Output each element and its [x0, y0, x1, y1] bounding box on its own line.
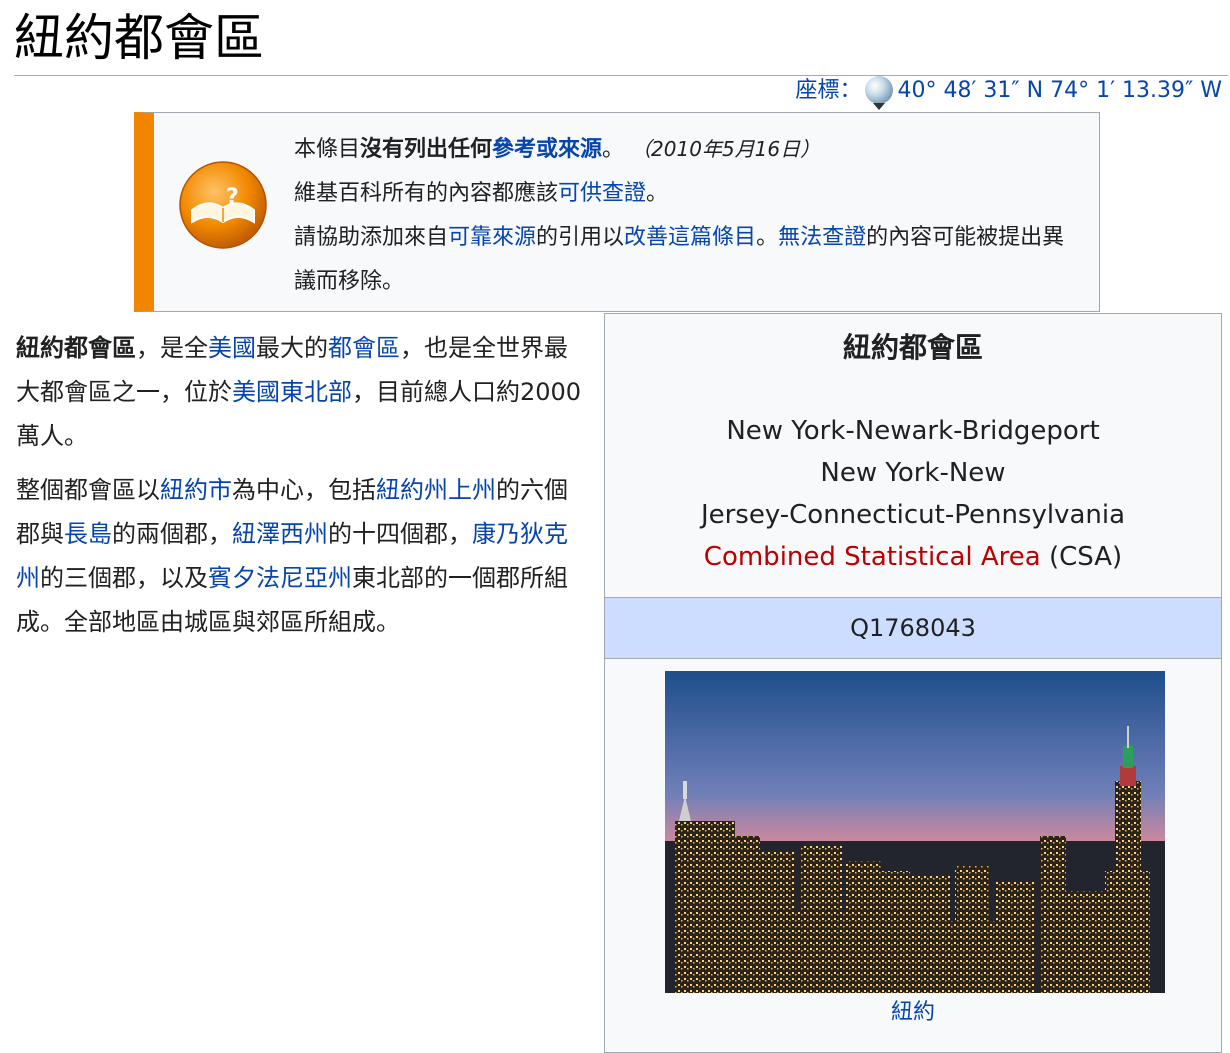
link-northeast-us[interactable]: 美國東北部 — [232, 378, 352, 406]
reference-link[interactable]: 參考或來源 — [492, 137, 602, 162]
infobox-subtitle: New York-Newark-Bridgeport New York-New … — [605, 384, 1221, 598]
skyline-image[interactable] — [665, 671, 1165, 993]
link-metro-area[interactable]: 都會區 — [328, 334, 400, 362]
link-upstate[interactable]: 上州 — [448, 476, 496, 504]
nyc-skyline-photo — [665, 671, 1165, 993]
infobox-subtitle-line: New York-Newark-Bridgeport — [726, 416, 1100, 446]
infobox-subtitle-line: New York-New — [820, 458, 1006, 488]
wikidata-id: Q1768043 — [605, 598, 1221, 659]
coordinates-label-link[interactable]: 座標 — [795, 78, 839, 103]
ambox-text: 請協助添加來自 — [294, 225, 449, 250]
caption-nyc-link[interactable]: 紐約 — [891, 1000, 935, 1025]
link-new-jersey[interactable]: 紐澤西州 — [232, 520, 328, 548]
unverifiable-link[interactable]: 無法查證 — [778, 225, 866, 250]
ambox-bold-text: 沒有列出任何 — [360, 137, 493, 162]
link-usa[interactable]: 美國 — [208, 334, 256, 362]
link-pennsylvania[interactable]: 賓夕法尼亞州 — [208, 564, 352, 592]
globe-icon[interactable] — [865, 76, 894, 110]
infobox-subtitle-line: Combined Statistical Area (CSA) — [703, 542, 1123, 572]
infobox-subtitle-line: Jersey-Connecticut-Pennsylvania — [700, 500, 1126, 530]
ambox-line-1: 本條目沒有列出任何參考或來源。 （2010年5月16日） — [294, 127, 1084, 172]
ambox-line-2: 維基百科所有的內容都應該可供查證。 — [294, 172, 1084, 216]
book-question-icon: ? — [179, 161, 267, 249]
lead-paragraph-1: 紐約都會區，是全美國最大的都會區，也是全世界最大都會區之一，位於美國東北部，目前… — [16, 334, 582, 450]
ambox-date: （2010年5月16日） — [631, 137, 821, 161]
image-caption: 紐約 — [605, 998, 1221, 1028]
unreferenced-notice: ? 本條目沒有列出任何參考或來源。 （2010年5月16日） 維基百科所有的內容… — [134, 112, 1100, 312]
ambox-text: 本條目 — [294, 137, 361, 162]
verifiability-link[interactable]: 可供查證 — [558, 181, 646, 206]
coordinates: 座標： 40° 48′ 31″ N 74° 1′ 13.39″ W — [795, 76, 1222, 110]
csa-redlink[interactable]: Combined Statistical Area — [704, 542, 1041, 572]
link-ny-state[interactable]: 紐約州 — [376, 476, 448, 504]
infobox-title: 紐約都會區 — [842, 331, 983, 364]
ambox-text: 。 — [756, 225, 779, 250]
ambox-text: 維基百科所有的內容都應該 — [294, 181, 559, 206]
improve-article-link[interactable]: 改善這篇條目 — [624, 225, 756, 250]
article-subject: 紐約都會區 — [16, 334, 136, 362]
article-lead: 紐約都會區，是全美國最大的都會區，也是全世界最大都會區之一，位於美國東北部，目前… — [16, 326, 582, 654]
page-title: 紐約都會區 — [14, 0, 1228, 76]
coordinates-value-link[interactable]: 40° 48′ 31″ N 74° 1′ 13.39″ W — [897, 78, 1222, 103]
reliable-sources-link[interactable]: 可靠來源 — [448, 225, 536, 250]
ambox-text: 的引用以 — [536, 225, 625, 250]
link-nyc[interactable]: 紐約市 — [160, 476, 232, 504]
lead-paragraph-2: 整個都會區以紐約市為中心，包括紐約州上州的六個郡與長島的兩個郡，紐澤西州的十四個… — [16, 476, 568, 636]
svg-text:?: ? — [226, 185, 239, 210]
ambox-line-3: 請協助添加來自可靠來源的引用以改善這篇條目。無法查證的內容可能被提出異議而移除。 — [294, 216, 1084, 304]
infobox: 紐約都會區 New York-Newark-Bridgeport New Yor… — [604, 313, 1222, 1053]
ambox-text: 。 — [602, 137, 625, 162]
link-long-island[interactable]: 長島 — [64, 520, 112, 548]
ambox-text: 。 — [646, 181, 669, 206]
coordinates-separator: ： — [839, 78, 862, 103]
